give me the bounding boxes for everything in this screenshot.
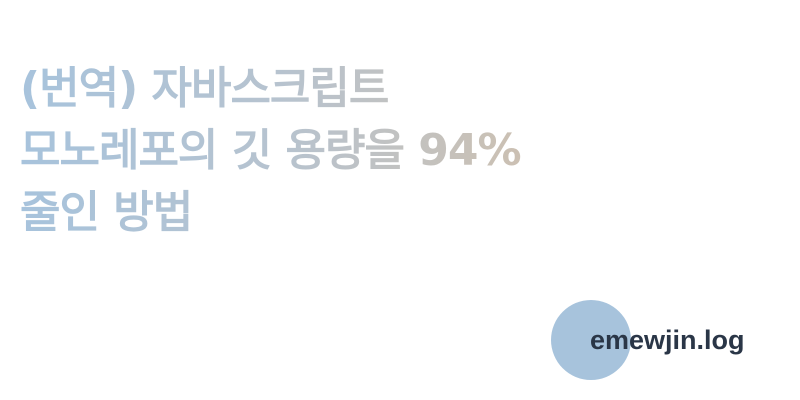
post-title: (번역) 자바스크립트 모노레포의 깃 용량을 94% 줄인 방법	[20, 58, 620, 244]
blog-brand: emewjin.log	[551, 300, 800, 380]
post-title-line-2: 모노레포의 깃 용량을 94%	[20, 120, 620, 182]
post-title-line-3: 줄인 방법	[20, 182, 620, 244]
blog-name: emewjin.log	[590, 325, 745, 355]
post-title-line-1: (번역) 자바스크립트	[20, 58, 620, 120]
